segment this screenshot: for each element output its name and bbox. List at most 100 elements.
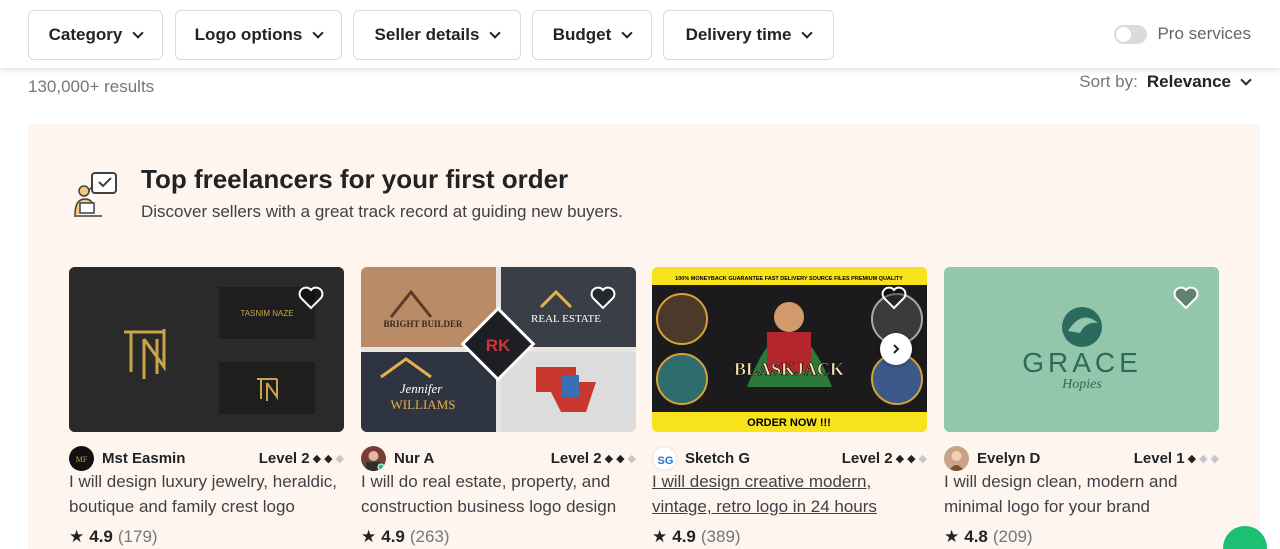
results-count: 130,000+ results (28, 77, 155, 96)
gig-title[interactable]: I will design luxury jewelry, heraldic, … (69, 469, 344, 519)
avatar[interactable]: MF (69, 445, 94, 471)
star-icon: ★ (944, 527, 960, 546)
gig-rating: ★ 4.8 (209) (944, 527, 1033, 547)
chevron-down-icon (801, 27, 814, 39)
gig-thumbnail[interactable]: BRIGHT BUILDER REAL ESTATE RK Jennifer W… (361, 267, 636, 432)
thumb-text: Jennifer (400, 381, 444, 396)
gig-thumbnail[interactable]: TASNIM NAZE (69, 267, 344, 432)
svg-text:MF: MF (76, 455, 88, 464)
review-count: (179) (117, 527, 158, 546)
category-filter-button[interactable]: Category (28, 10, 163, 60)
pro-services-toggle[interactable] (1114, 24, 1148, 44)
level-label: Level 2 (258, 450, 310, 467)
level-diamond-icon: ◆ (627, 453, 636, 465)
level-diamond-icon: ◆ (604, 453, 614, 465)
thumb-text: ORDER NOW !!! (747, 417, 831, 429)
seller-level: Level 2 ◆ ◆ ◆ (259, 450, 344, 467)
seller-details-filter-button[interactable]: Seller details (353, 10, 521, 60)
review-count: (389) (700, 527, 741, 546)
category-filter-label: Category (48, 25, 123, 44)
thumb-text: 100% MONEYBACK GUARANTEE FAST DELIVERY S… (675, 276, 903, 282)
gig-title[interactable]: I will design creative modern, vintage, … (652, 469, 927, 519)
gig-rating: ★ 4.9 (179) (69, 527, 158, 547)
next-image-button[interactable] (880, 333, 912, 365)
pro-services-label: Pro services (1157, 24, 1251, 43)
level-diamond-icon: ◆ (616, 453, 625, 465)
level-diamond-icon: ◆ (1187, 453, 1197, 465)
thumb-text: BRIGHT BUILDER (383, 319, 463, 329)
gig-card[interactable]: 100% MONEYBACK GUARANTEE FAST DELIVERY S… (652, 267, 927, 546)
rating-value: 4.9 (89, 527, 113, 546)
chevron-down-icon (621, 27, 633, 39)
level-diamond-icon: ◆ (1210, 453, 1219, 465)
seller-row: MF Mst Easmin Level 2 ◆ ◆ ◆ (69, 445, 344, 471)
avatar[interactable]: SG (652, 445, 677, 471)
thumb-text: Hopies (1061, 377, 1102, 392)
level-diamond-icon: ◆ (312, 453, 322, 465)
heart-icon[interactable] (298, 286, 324, 310)
chevron-down-icon (132, 27, 145, 39)
level-diamond-icon: ◆ (907, 453, 916, 465)
panel-title: Top freelancers for your first order (141, 164, 569, 194)
thumb-text: RK (486, 336, 511, 355)
chevron-down-icon (312, 27, 324, 39)
level-diamond-icon: ◆ (1199, 453, 1208, 465)
sort-label: Sort by: (1079, 72, 1138, 91)
heart-icon[interactable] (881, 286, 907, 310)
budget-filter-button[interactable]: Budget (532, 10, 652, 60)
thumb-text: TASNIM NAZE (240, 309, 293, 318)
svg-text:SG: SG (658, 455, 674, 467)
seller-level: Level 2 ◆ ◆ ◆ (842, 450, 927, 467)
star-icon: ★ (361, 527, 377, 546)
budget-filter-label: Budget (552, 25, 612, 44)
seller-name[interactable]: Mst Easmin (102, 450, 185, 467)
seller-name[interactable]: Sketch G (685, 450, 750, 467)
sort-dropdown[interactable]: Sort by: Relevance (1079, 72, 1252, 92)
seller-details-filter-label: Seller details (374, 25, 480, 44)
delivery-time-filter-button[interactable]: Delivery time (663, 10, 834, 60)
top-freelancers-panel: Top freelancers for your first order Dis… (28, 124, 1260, 549)
level-diamond-icon: ◆ (918, 453, 927, 465)
gig-card[interactable]: GRACE Hopies Evelyn D Level 1 ◆ ◆ ◆ I wi… (944, 267, 1219, 546)
thumb-text: REAL ESTATE (531, 313, 601, 325)
level-diamond-icon: ◆ (324, 453, 333, 465)
gig-card[interactable]: BRIGHT BUILDER REAL ESTATE RK Jennifer W… (361, 267, 636, 546)
gig-card[interactable]: TASNIM NAZE MF Mst Easmin Level 2 ◆ ◆ ◆ (69, 267, 344, 546)
star-icon: ★ (652, 527, 668, 546)
filter-bar: Category Logo options Seller details Bud… (0, 0, 1280, 68)
chevron-down-icon (489, 27, 502, 39)
sort-value: Relevance (1146, 72, 1231, 91)
thumb-text: BLASKJACK (734, 359, 844, 379)
pro-services-toggle-group: Pro services (1114, 24, 1251, 44)
chevron-down-icon (1240, 74, 1252, 86)
gig-title[interactable]: I will design clean, modern and minimal … (944, 469, 1219, 519)
star-icon: ★ (69, 527, 85, 546)
gig-thumbnail[interactable]: GRACE Hopies (944, 267, 1219, 432)
seller-name[interactable]: Evelyn D (977, 450, 1040, 467)
thumb-text: WILLIAMS (391, 397, 456, 412)
rating-value: 4.9 (672, 527, 696, 546)
logo-options-filter-label: Logo options (194, 25, 303, 44)
level-label: Level 1 (1133, 450, 1185, 467)
seller-level: Level 2 ◆ ◆ ◆ (551, 450, 636, 467)
level-diamond-icon: ◆ (335, 453, 344, 465)
logo-options-filter-button[interactable]: Logo options (175, 10, 342, 60)
gig-title[interactable]: I will do real estate, property, and con… (361, 469, 636, 519)
review-count: (263) (409, 527, 450, 546)
seller-row: Nur A Level 2 ◆ ◆ ◆ (361, 445, 636, 471)
seller-row: Evelyn D Level 1 ◆ ◆ ◆ (944, 445, 1219, 471)
rating-value: 4.9 (381, 527, 405, 546)
seller-name[interactable]: Nur A (394, 450, 434, 467)
seller-row: SG Sketch G Level 2 ◆ ◆ ◆ (652, 445, 927, 471)
gig-thumbnail[interactable]: 100% MONEYBACK GUARANTEE FAST DELIVERY S… (652, 267, 927, 432)
avatar[interactable] (944, 445, 969, 471)
gig-rating: ★ 4.9 (263) (361, 527, 450, 547)
heart-icon[interactable] (1173, 286, 1199, 310)
level-diamond-icon: ◆ (895, 453, 905, 465)
review-count: (209) (992, 527, 1033, 546)
panel-subtitle: Discover sellers with a great track reco… (141, 202, 623, 221)
avatar[interactable] (361, 445, 386, 471)
level-label: Level 2 (841, 450, 893, 467)
rating-value: 4.8 (964, 527, 988, 546)
heart-icon[interactable] (590, 286, 616, 310)
